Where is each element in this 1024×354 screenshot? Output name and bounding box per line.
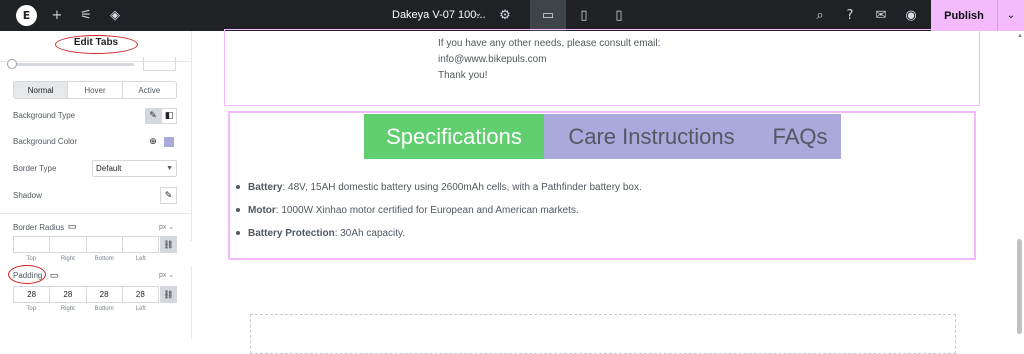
padding-left-input[interactable]: 28: [121, 287, 158, 302]
border-type-select[interactable]: Default ▼: [92, 160, 177, 177]
page-title[interactable]: Dakeya V-07 100...: [392, 9, 486, 21]
border-radius-inputs: [13, 236, 159, 253]
caret-down-icon: ▼: [166, 165, 173, 172]
search-icon[interactable]: ⌕: [811, 6, 829, 24]
responsive-desktop-icon[interactable]: ▭: [66, 219, 78, 235]
border-type-value: Default: [96, 164, 122, 173]
bullet-icon: [236, 185, 240, 190]
border-radius-top-input[interactable]: [14, 237, 49, 252]
contact-email: info@www.bikepuls.com: [438, 54, 547, 65]
section-divider: [0, 213, 192, 214]
background-color-label: Background Color: [13, 137, 78, 146]
page-settings-gear-icon[interactable]: ⚙: [496, 6, 514, 24]
gradient-icon[interactable]: ◧: [161, 108, 177, 124]
empty-drop-zone[interactable]: [250, 314, 956, 354]
tab-normal[interactable]: Normal: [14, 82, 68, 98]
bullet-icon: [236, 208, 240, 213]
padding-right-input[interactable]: 28: [49, 287, 85, 302]
tab-active[interactable]: Active: [121, 82, 176, 98]
preview-eye-icon[interactable]: ◉: [902, 6, 920, 24]
padding-unit[interactable]: px ⌄: [159, 271, 174, 279]
notifications-icon[interactable]: ✉: [872, 6, 890, 24]
list-item: Battery: 48V, 15AH domestic battery usin…: [236, 182, 642, 193]
structure-layers-icon[interactable]: ◈: [106, 6, 124, 24]
border-radius-right-input[interactable]: [49, 237, 85, 252]
site-settings-icon[interactable]: ⚟: [77, 6, 95, 24]
elementor-logo[interactable]: E: [16, 5, 37, 26]
tablet-icon[interactable]: ▯: [575, 6, 593, 24]
tab-hover[interactable]: Hover: [67, 82, 121, 98]
slider-number-input[interactable]: [143, 57, 176, 71]
scroll-up-arrow-icon[interactable]: ▲: [1017, 33, 1023, 39]
border-radius-dimension-labels: Top Right Bottom Left: [26, 256, 146, 262]
color-swatch[interactable]: [161, 134, 177, 150]
chevron-down-icon[interactable]: ⌄: [474, 8, 482, 19]
border-radius-left-input[interactable]: [121, 237, 158, 252]
border-radius-label: Border Radius: [13, 223, 65, 232]
link-values-icon[interactable]: ⛓: [160, 286, 177, 303]
style-state-tabs: Normal Hover Active: [13, 81, 177, 99]
shadow-label: Shadow: [13, 191, 42, 200]
highlight-ring-title: [55, 35, 138, 54]
tab-specifications[interactable]: Specifications: [364, 114, 544, 159]
padding-dimension-labels: Top Right Bottom Left: [26, 306, 146, 312]
slider-track[interactable]: [12, 63, 134, 66]
border-radius-bottom-input[interactable]: [85, 237, 122, 252]
tab-care-instructions[interactable]: Care Instructions: [544, 114, 759, 159]
list-item: Battery Protection: 30Ah capacity.: [236, 228, 405, 239]
padding-top-input[interactable]: 28: [14, 287, 49, 302]
preview-canvas: If you have any other needs, please cons…: [192, 29, 1024, 354]
border-type-label: Border Type: [13, 164, 57, 173]
help-icon[interactable]: ?: [841, 6, 859, 24]
editor-topbar: E + ⚟ ◈ Dakeya V-07 100... ⌄ ⚙ ▭ ▯ ▯ ⌕ ?…: [0, 0, 1024, 31]
padding-bottom-input[interactable]: 28: [85, 287, 122, 302]
padding-inputs: 28 28 28 28: [13, 286, 159, 303]
publish-button[interactable]: Publish: [931, 0, 997, 31]
classic-brush-icon[interactable]: ✎: [145, 108, 161, 124]
tab-faqs[interactable]: FAQs: [759, 114, 841, 159]
list-item: Motor: 1000W Xinhao motor certified for …: [236, 205, 579, 216]
add-element-icon[interactable]: +: [48, 6, 66, 24]
edit-pencil-icon[interactable]: ✎: [160, 187, 177, 204]
contact-thanks: Thank you!: [438, 70, 488, 81]
contact-text-line: If you have any other needs, please cons…: [438, 38, 661, 49]
scrollbar-thumb[interactable]: [1017, 239, 1022, 334]
desktop-icon[interactable]: ▭: [539, 6, 557, 24]
global-colors-icon[interactable]: ⊕: [145, 134, 161, 150]
link-values-icon[interactable]: ⛓: [160, 236, 177, 253]
bullet-icon: [236, 231, 240, 236]
highlight-ring-padding: [8, 265, 46, 284]
border-radius-unit[interactable]: px ⌄: [159, 223, 174, 231]
editor-panel: Edit Tabs Normal Hover Active Background…: [0, 31, 192, 339]
publish-options-chevron-icon[interactable]: ⌄: [997, 0, 1024, 31]
responsive-desktop-icon[interactable]: ▭: [48, 268, 60, 284]
canvas-scrollbar[interactable]: ▲: [1015, 31, 1024, 339]
mobile-icon[interactable]: ▯: [610, 6, 628, 24]
slider-handle[interactable]: [7, 59, 17, 69]
background-type-label: Background Type: [13, 111, 76, 120]
